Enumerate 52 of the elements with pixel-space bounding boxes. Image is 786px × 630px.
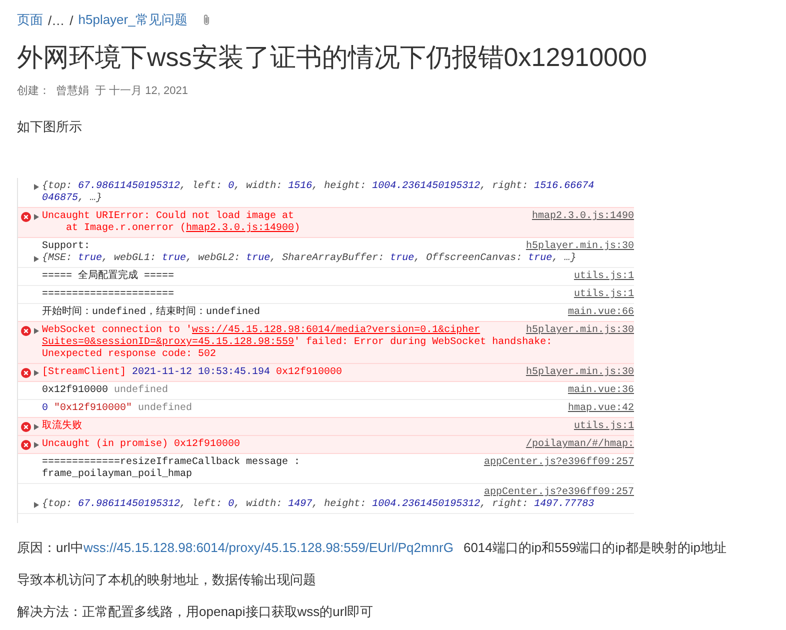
intro-text: 如下图所示 [17, 118, 83, 136]
error-icon [21, 422, 31, 432]
console-message: 开始时间：undefined，结束时间：undefined [42, 307, 262, 319]
source-link[interactable]: hmap.vue:42 [568, 403, 634, 415]
source-link[interactable]: main.vue:36 [568, 385, 634, 397]
paragraph: 解决方法：正常配置多线路，用openapi接口获取wss的url即可 [17, 603, 374, 621]
console-message: WebSocket connection to 'wss://45.15.128.98:6014/media?version=0.1&cipher [42, 325, 482, 336]
console-message: {top: 67.98611450195312, left: 0, width: 1497, height: 1004.2361450195312, right: 1497.77783 [42, 499, 596, 511]
console-message: 取流失败 [42, 421, 83, 433]
console-message: 0x12f910000 undefined [42, 385, 170, 397]
author-name: 曾慧娟 [56, 84, 89, 98]
console-message: ===== 全局配置完成 ===== [42, 271, 176, 283]
breadcrumb-separator: / [70, 12, 74, 28]
page-title: 外网环境下wss安装了证书的情况下仍报错0x12910000 [17, 41, 648, 74]
error-icon [21, 326, 31, 336]
source-link[interactable]: utils.js:1 [574, 289, 634, 301]
source-link[interactable]: /poilayman/#/hmap: [526, 439, 634, 451]
source-link[interactable]: hmap2.3.0.js:1490 [532, 211, 634, 223]
created-date: 于 十一月 12, 2021 [95, 84, 188, 98]
error-icon [21, 440, 31, 450]
source-link[interactable]: utils.js:1 [574, 421, 634, 433]
source-link[interactable]: h5player.min.js:30 [526, 325, 634, 337]
breadcrumb-separator: /… [48, 12, 65, 28]
console-message: 0 "0x12f910000" undefined [42, 403, 194, 415]
console-message: at Image.r.onerror (hmap2.3.0.js:14900) [65, 223, 302, 235]
error-icon [21, 368, 31, 378]
console-message: {MSE: true, webGL1: true, webGL2: true, ShareArrayBuffer: true, OffscreenCanvas: true, …} [42, 253, 578, 265]
breadcrumb-link[interactable]: 页面 [17, 11, 43, 29]
source-link[interactable]: appCenter.js?e396ff09:257 [484, 487, 634, 499]
console-message: =============resizeIframeCallback message : [42, 457, 302, 468]
console-message: frame_poilayman_poil_hmap [42, 469, 194, 481]
source-link[interactable]: main.vue:66 [568, 307, 634, 319]
url-link[interactable]: wss://45.15.128.98:6014/proxy/45.15.128.98:559/EUrl/Pq2mnrG [83, 540, 454, 555]
console-message: ====================== [42, 289, 176, 301]
source-link[interactable]: appCenter.js?e396ff09:257 [484, 457, 634, 469]
paperclip-icon [202, 14, 212, 26]
meta-label: 创建： [17, 84, 50, 98]
source-link[interactable]: h5player.min.js:30 [526, 367, 634, 379]
console-message: Uncaught URIError: Could not load image at [42, 211, 296, 222]
error-icon [21, 212, 31, 222]
console-message: Uncaught (in promise) 0x12f910000 [42, 439, 242, 451]
console-message: Suites=0&sessionID=&proxy=45.15.128.98:559' failed: Error during WebSocket handshake: [42, 337, 554, 348]
console-message: [StreamClient] 2021-11-12 10:53:45.194 0x12f910000 [42, 367, 344, 379]
source-link[interactable]: h5player.min.js:30 [526, 241, 634, 253]
source-link[interactable]: utils.js:1 [574, 271, 634, 283]
breadcrumb-link[interactable]: h5player_常见问题 [78, 11, 188, 29]
paragraph: 导致本机访问了本机的映射地址，数据传输出现问题 [17, 571, 317, 589]
console-message: 046875, …} [42, 193, 104, 205]
reason-text: 原因：url中wss://45.15.128.98:6014/proxy/45.15.128.98:559/EUrl/Pq2mnrG 6014端口的ip和559端口的ip都是映射的ip地址 [17, 539, 728, 557]
console-message: Support: [42, 241, 92, 252]
console-message: {top: 67.98611450195312, left: 0, width: 1516, height: 1004.2361450195312, right: 1516.66674 [42, 181, 596, 192]
console-message: Unexpected response code: 502 [42, 349, 218, 361]
